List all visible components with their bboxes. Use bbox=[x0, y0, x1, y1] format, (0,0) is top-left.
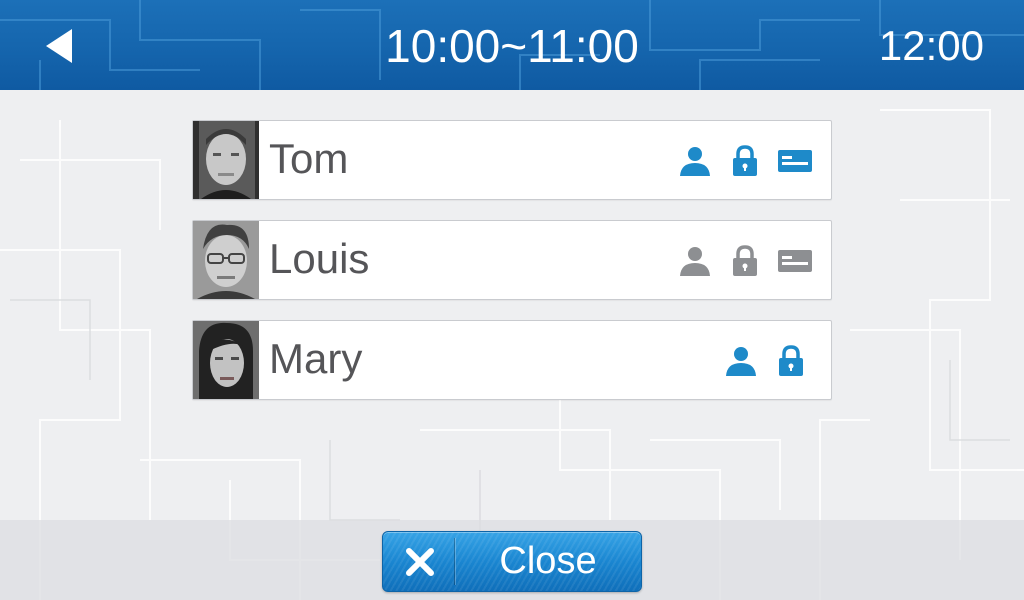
user-name: Tom bbox=[269, 135, 349, 182]
avatar bbox=[193, 121, 259, 199]
user-row-mary[interactable]: Mary bbox=[192, 320, 832, 400]
avatar bbox=[193, 221, 259, 299]
person-icon bbox=[677, 243, 713, 279]
close-button-label: Close bbox=[499, 540, 597, 582]
circuit-background bbox=[0, 109, 1024, 600]
credential-icons bbox=[677, 243, 813, 279]
person-icon bbox=[677, 143, 713, 179]
close-x-icon bbox=[406, 548, 434, 576]
user-row-louis[interactable]: Louis bbox=[192, 220, 832, 300]
card-icon bbox=[777, 143, 813, 179]
lock-icon bbox=[773, 343, 809, 379]
avatar bbox=[193, 321, 259, 399]
user-name: Mary bbox=[269, 335, 363, 382]
time-range-title: 10:00~11:00 bbox=[385, 20, 639, 72]
user-name: Louis bbox=[269, 235, 370, 282]
clock: 12:00 bbox=[878, 22, 984, 69]
lock-icon bbox=[727, 243, 763, 279]
close-button[interactable]: Close bbox=[382, 531, 642, 592]
person-icon bbox=[723, 343, 759, 379]
user-row-tom[interactable]: Tom bbox=[192, 120, 832, 200]
lock-icon bbox=[727, 143, 763, 179]
credential-icons bbox=[677, 143, 813, 179]
header-bar: 10:00~11:00 12:00 bbox=[0, 0, 1024, 90]
card-icon bbox=[777, 243, 813, 279]
credential-icons bbox=[723, 343, 809, 379]
